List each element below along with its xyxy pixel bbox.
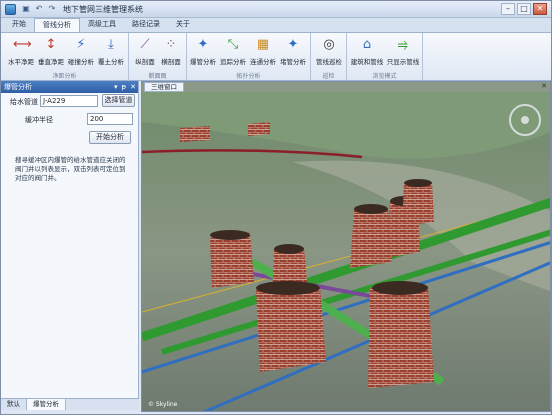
inspection-icon: ◎ [323, 37, 335, 52]
redo-icon[interactable]: ↷ [47, 4, 57, 14]
3d-scene[interactable] [142, 92, 551, 412]
app-icon [5, 4, 16, 15]
tab-3d-window[interactable]: 三维窗口 [144, 82, 184, 92]
group-label-topology: 拓扑分析 [236, 73, 261, 80]
tab-default[interactable]: 默认 [1, 399, 27, 410]
ribbon-tabs: 开始 管线分析 高级工具 路径记录 关于 [1, 18, 551, 32]
panel-controls: ▾ ᵽ ✕ [114, 81, 136, 93]
building-pipeline-icon: ⌂ [362, 37, 372, 52]
title-bar: ▣ ↶ ↷ 地下管网三维管理系统 – □ ✕ [1, 1, 551, 18]
3d-viewport[interactable]: 三维窗口 ✕ © Skyline [141, 81, 551, 412]
manhole-7[interactable] [368, 281, 434, 388]
longitudinal-section-icon: ⟋ [140, 37, 150, 52]
analysis-description: 搜寻缓冲区内爆管的给水管道应关闭的阀门井以列表显示，双击列表可定位到对应的阀门井… [15, 156, 126, 182]
buffer-radius-field[interactable]: 200 [87, 113, 133, 125]
pipe-label: 给水管道 [10, 98, 38, 106]
trace-icon: ⤡ [227, 37, 239, 52]
maximize-button[interactable]: □ [517, 3, 531, 15]
tab-pipeline-analysis[interactable]: 管线分析 [34, 18, 80, 32]
group-topology: ✦ 爆管分析 ⤡ 追踪分析 ▦ 连通分析 ✦ 堵管分析 拓扑分析 [187, 33, 311, 81]
window-title: 地下管网三维管理系统 [63, 5, 143, 14]
manhole-9[interactable] [248, 122, 270, 136]
panel-header: 爆管分析 ▾ ᵽ ✕ [1, 81, 138, 93]
group-label-clearance: 净距分析 [52, 73, 77, 80]
quick-access-toolbar: ▣ ↶ ↷ [21, 4, 57, 14]
manhole-1[interactable] [210, 230, 254, 288]
collision-icon: ⚡ [76, 37, 86, 52]
select-pipe-button[interactable]: 选择管道 [102, 94, 135, 107]
tab-about[interactable]: 关于 [168, 18, 198, 32]
pipeline-only-icon: ⥤ [397, 37, 409, 52]
viewport-close-icon[interactable]: ✕ [541, 82, 547, 90]
panel-title: 爆管分析 [4, 83, 32, 91]
group-label-browse-mode: 浏览模式 [372, 73, 397, 80]
soil-cover-icon: ⤓ [108, 37, 114, 52]
burst-pipe-icon: ✦ [197, 37, 209, 52]
window-controls: – □ ✕ [501, 3, 547, 15]
minimize-button[interactable]: – [501, 3, 515, 15]
pin-icon[interactable]: ᵽ [121, 81, 126, 93]
skyline-logo: © Skyline [148, 401, 178, 408]
blocked-pipe-button[interactable]: ✦ 堵管分析 [275, 37, 311, 66]
group-clearance: ⟷ 水平净距 ↕ 垂直净距 ⚡ 碰撞分析 ⤓ 覆土分析 净距分析 [1, 33, 129, 81]
pipeline-only-button[interactable]: ⥤ 只显示管线 [385, 37, 421, 66]
app-window: ▣ ↶ ↷ 地下管网三维管理系统 – □ ✕ 开始 管线分析 高级工具 路径记录… [0, 0, 552, 415]
tab-burst-analysis[interactable]: 爆管分析 [27, 399, 66, 410]
group-browse-mode: ⌂ 建筑和管线 ⥤ 只显示管线 浏览模式 [347, 33, 423, 81]
group-label-inspection: 巡检 [322, 73, 335, 80]
undo-icon[interactable]: ↶ [34, 4, 44, 14]
buffer-radius-label: 缓冲半径 [25, 116, 53, 124]
manhole-3[interactable] [350, 204, 392, 268]
manhole-8[interactable] [180, 126, 210, 142]
panel-bottom-tabs: 默认 爆管分析 [1, 398, 139, 410]
group-label-section: 断面图 [148, 73, 167, 80]
start-analysis-button[interactable]: 开始分析 [89, 131, 131, 144]
save-icon[interactable]: ▣ [21, 4, 31, 14]
connectivity-icon: ▦ [256, 37, 270, 52]
blocked-pipe-icon: ✦ [287, 37, 299, 52]
close-icon[interactable]: ✕ [130, 81, 136, 93]
burst-analysis-panel: 爆管分析 ▾ ᵽ ✕ 给水管道 J-A229 选择管道 缓冲半径 200 开始分… [1, 81, 139, 404]
manhole-5[interactable] [402, 179, 434, 226]
vertical-distance-icon: ↕ [45, 37, 57, 52]
tab-advanced-tools[interactable]: 高级工具 [80, 18, 124, 32]
soil-cover-button[interactable]: ⤓ 覆土分析 [93, 37, 129, 66]
tab-start[interactable]: 开始 [4, 18, 34, 32]
cross-section-icon: ⁘ [165, 37, 177, 52]
building-pipeline-button[interactable]: ⌂ 建筑和管线 [349, 37, 385, 66]
ribbon: ⟷ 水平净距 ↕ 垂直净距 ⚡ 碰撞分析 ⤓ 覆土分析 净距分析 ⟋ 纵剖面 ⁘… [1, 32, 551, 81]
group-inspection: ◎ 管线巡检 巡检 [311, 33, 347, 81]
pipe-id-field[interactable]: J-A229 [40, 95, 98, 107]
group-section: ⟋ 纵剖面 ⁘ 横剖面 断面图 [129, 33, 187, 81]
tab-path-record[interactable]: 路径记录 [124, 18, 168, 32]
inspection-button[interactable]: ◎ 管线巡检 [311, 37, 347, 66]
manhole-6[interactable] [256, 281, 326, 372]
cross-section-button[interactable]: ⁘ 横剖面 [153, 37, 189, 66]
dropdown-icon[interactable]: ▾ [114, 81, 118, 93]
horizontal-distance-icon: ⟷ [13, 37, 32, 52]
close-button[interactable]: ✕ [533, 3, 547, 15]
